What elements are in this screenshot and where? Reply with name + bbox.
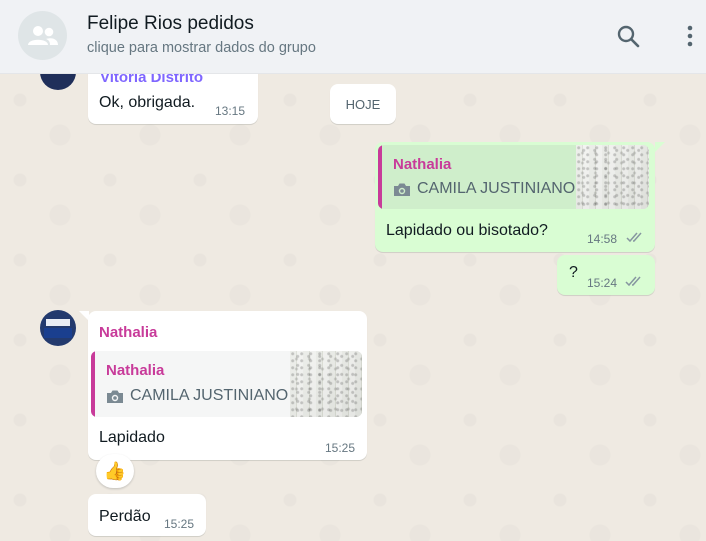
chat-subtitle[interactable]: clique para mostrar dados do grupo	[87, 40, 316, 56]
menu-button[interactable]	[678, 21, 702, 51]
read-ticks-icon	[626, 232, 642, 243]
message-text: Ok, obrigada.	[99, 94, 196, 111]
quote-bar	[378, 145, 382, 209]
chat-header[interactable]: Felipe Rios pedidos clique para mostrar …	[0, 0, 706, 74]
bubble-tail	[655, 142, 665, 152]
quote-bar	[91, 351, 95, 417]
quote-text-row: CAMILA JUSTINIANO	[393, 180, 575, 198]
quote-thumbnail	[290, 351, 362, 417]
quote-text: CAMILA JUSTINIANO	[130, 387, 289, 404]
message-time: 13:15	[215, 104, 246, 118]
read-ticks-icon	[625, 276, 641, 287]
message-bubble-outgoing[interactable]: Nathalia CAMILA JUSTINIANO Lapidado ou b…	[375, 142, 655, 252]
chat-title[interactable]: Felipe Rios pedidos	[87, 13, 254, 35]
quoted-message[interactable]: Nathalia CAMILA JUSTINIANO	[91, 351, 362, 417]
sender-avatar[interactable]	[40, 310, 76, 346]
kebab-menu-icon	[687, 25, 693, 47]
search-button[interactable]	[613, 21, 643, 51]
quote-text: CAMILA JUSTINIANO	[417, 180, 576, 197]
message-time: 15:24	[587, 276, 618, 290]
quote-author: Nathalia	[106, 362, 165, 379]
date-divider: HOJE	[330, 84, 396, 124]
search-icon	[617, 25, 640, 48]
message-text: ?	[569, 264, 578, 281]
camera-icon	[394, 183, 410, 196]
group-avatar[interactable]	[18, 11, 67, 60]
reaction-badge[interactable]: 👍	[96, 454, 134, 488]
quote-text-row: CAMILA JUSTINIANO	[106, 387, 288, 405]
camera-icon	[107, 390, 123, 403]
quote-author: Nathalia	[393, 156, 452, 173]
group-icon	[27, 25, 58, 45]
sender-name: Nathalia	[99, 324, 158, 341]
quote-thumbnail	[576, 145, 649, 209]
message-time: 15:25	[164, 517, 195, 531]
quoted-message[interactable]: Nathalia CAMILA JUSTINIANO	[378, 145, 649, 209]
message-text: Perdão	[99, 508, 151, 525]
message-time: 14:58	[587, 232, 618, 246]
message-text: Lapidado	[99, 429, 165, 446]
message-bubble-incoming[interactable]: Perdão 15:25	[88, 494, 206, 536]
message-bubble-outgoing[interactable]: ? 15:24	[557, 255, 655, 295]
message-time: 15:25	[325, 441, 356, 455]
message-text: Lapidado ou bisotado?	[386, 222, 548, 239]
message-bubble-incoming[interactable]: Nathalia Nathalia CAMILA JUSTINIANO Lapi…	[88, 311, 367, 460]
